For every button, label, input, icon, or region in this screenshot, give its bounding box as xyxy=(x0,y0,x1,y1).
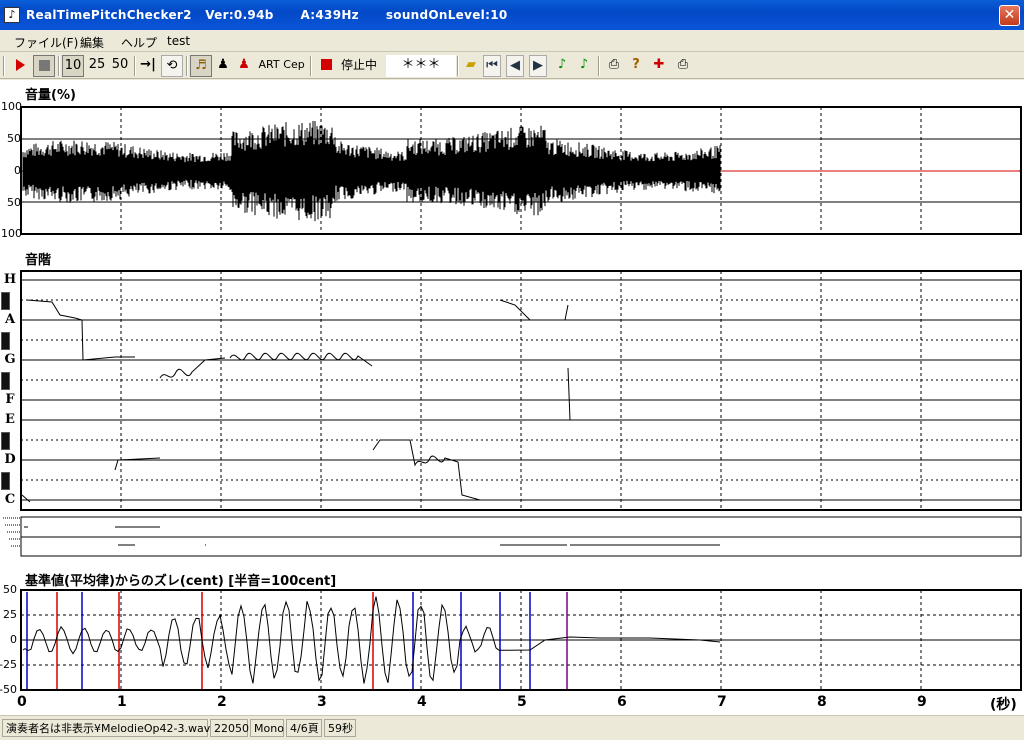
status-file: 演奏者名は非表示¥MelodieOp42-3.wav xyxy=(2,719,210,737)
status-page: 4/6頁 xyxy=(286,719,322,737)
status-channels: Mono xyxy=(250,719,284,737)
status-bar: 演奏者名は非表示¥MelodieOp42-3.wav 22050 Mono 4/… xyxy=(0,715,1024,740)
scale-frame xyxy=(20,270,1022,511)
status-rate: 22050 xyxy=(210,719,249,737)
plots-canvas xyxy=(3,106,1022,691)
status-duration: 59秒 xyxy=(324,719,356,737)
